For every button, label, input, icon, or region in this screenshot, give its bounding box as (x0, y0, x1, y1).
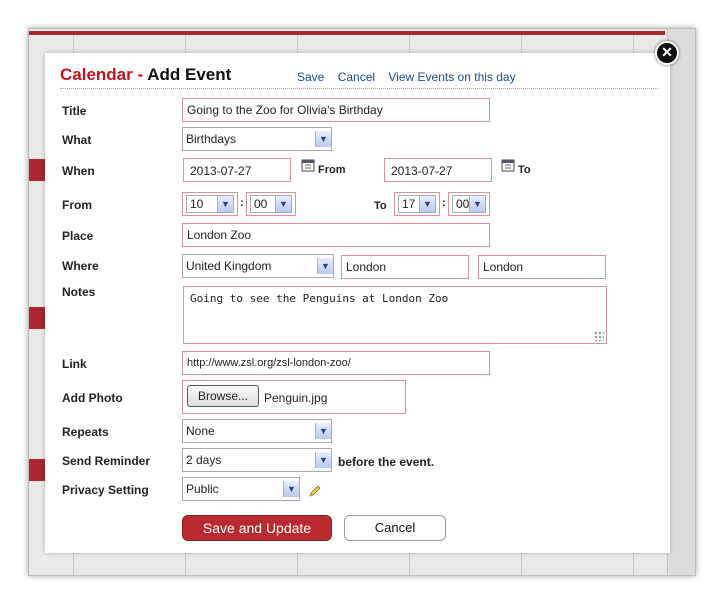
where-label: Where (62, 259, 99, 273)
cancel-button[interactable]: Cancel (344, 515, 446, 541)
end-date-field[interactable]: 2013-07-27 (384, 158, 492, 182)
end-hour-select[interactable]: 17 ▼ (394, 192, 440, 216)
repeats-select[interactable]: None ▼ (182, 419, 332, 443)
calendar-top-bar (29, 31, 665, 35)
what-select-value: Birthdays (186, 132, 237, 146)
header-save-link[interactable]: Save (297, 70, 324, 84)
start-date-input[interactable]: 2013-07-27 (187, 161, 287, 179)
pencil-icon[interactable] (308, 484, 322, 498)
country-select[interactable]: United Kingdom ▼ (182, 254, 334, 278)
reminder-suffix: before the event. (338, 455, 435, 469)
title-calendar: Calendar - (60, 65, 144, 84)
time-separator: : (442, 197, 446, 209)
what-select[interactable]: Birthdays ▼ (182, 127, 332, 151)
add-photo-label: Add Photo (62, 391, 123, 405)
from-to-label: To (374, 200, 387, 212)
dialog-header: Calendar - Add Event Save Cancel View Ev… (60, 65, 658, 89)
country-select-value: United Kingdom (186, 259, 272, 273)
start-hour-value: 10 (190, 197, 204, 211)
header-links: Save Cancel View Events on this day (297, 70, 526, 84)
from-label: From (62, 198, 92, 212)
reminder-select-value: 2 days (186, 453, 222, 467)
chevron-down-icon: ▼ (469, 196, 485, 212)
chevron-down-icon: ▼ (283, 481, 299, 497)
end-hour-value: 17 (402, 197, 416, 211)
privacy-select[interactable]: Public ▼ (182, 477, 300, 501)
start-date-field[interactable]: 2013-07-27 (183, 158, 291, 182)
link-label: Link (62, 357, 87, 371)
when-to-label: To (518, 164, 531, 176)
calendar-right-column (667, 29, 695, 575)
chevron-down-icon: ▼ (315, 131, 331, 147)
region-input[interactable]: London (478, 255, 606, 279)
time-separator: : (240, 197, 244, 209)
notes-text[interactable]: Going to see the Penguins at London Zoo (187, 289, 603, 341)
title-label: Title (62, 104, 87, 118)
privacy-select-value: Public (186, 482, 219, 496)
title-input[interactable]: Going to the Zoo for Olivia's Birthday (182, 98, 490, 122)
repeats-label: Repeats (62, 425, 109, 439)
city-input[interactable]: London (341, 255, 469, 279)
chevron-down-icon: ▼ (275, 196, 291, 212)
end-minute-select[interactable]: 00 ▼ (448, 192, 490, 216)
end-date-input[interactable]: 2013-07-27 (388, 161, 488, 179)
view-events-link[interactable]: View Events on this day (388, 70, 515, 84)
notes-label: Notes (62, 285, 96, 299)
notes-textarea[interactable]: Going to see the Penguins at London Zoo (183, 286, 607, 344)
chevron-down-icon: ▼ (217, 196, 233, 212)
photo-upload: Browse... Penguin.jpg (182, 380, 406, 414)
send-reminder-label: Send Reminder (62, 454, 151, 468)
start-hour-select[interactable]: 10 ▼ (182, 192, 238, 216)
add-event-dialog: Calendar - Add Event Save Cancel View Ev… (45, 53, 670, 553)
browse-button[interactable]: Browse... (187, 385, 259, 407)
resize-grip-icon[interactable] (594, 331, 604, 341)
dialog-title: Calendar - Add Event (60, 65, 231, 85)
title-add-event: Add Event (147, 65, 232, 84)
header-cancel-link[interactable]: Cancel (338, 70, 375, 84)
start-minute-value: 00 (254, 197, 268, 211)
reminder-select[interactable]: 2 days ▼ (182, 448, 332, 472)
place-input[interactable]: London Zoo (182, 223, 490, 247)
what-label: What (62, 133, 92, 147)
repeats-select-value: None (186, 424, 215, 438)
start-minute-select[interactable]: 00 ▼ (246, 192, 296, 216)
calendar-icon[interactable] (301, 158, 315, 172)
chevron-down-icon: ▼ (315, 423, 331, 439)
close-icon[interactable]: ✕ (655, 41, 679, 65)
photo-filename: Penguin.jpg (264, 391, 328, 405)
chevron-down-icon: ▼ (315, 452, 331, 468)
chevron-down-icon: ▼ (419, 196, 435, 212)
when-label: When (62, 164, 95, 178)
save-and-update-button[interactable]: Save and Update (182, 515, 332, 541)
place-label: Place (62, 229, 94, 243)
end-minute-value: 00 (456, 197, 470, 211)
link-input[interactable]: http://www.zsl.org/zsl-london-zoo/ (182, 351, 490, 375)
when-from-label: From (318, 164, 346, 176)
chevron-down-icon: ▼ (317, 258, 333, 274)
calendar-icon[interactable] (501, 158, 515, 172)
privacy-label: Privacy Setting (62, 483, 149, 497)
